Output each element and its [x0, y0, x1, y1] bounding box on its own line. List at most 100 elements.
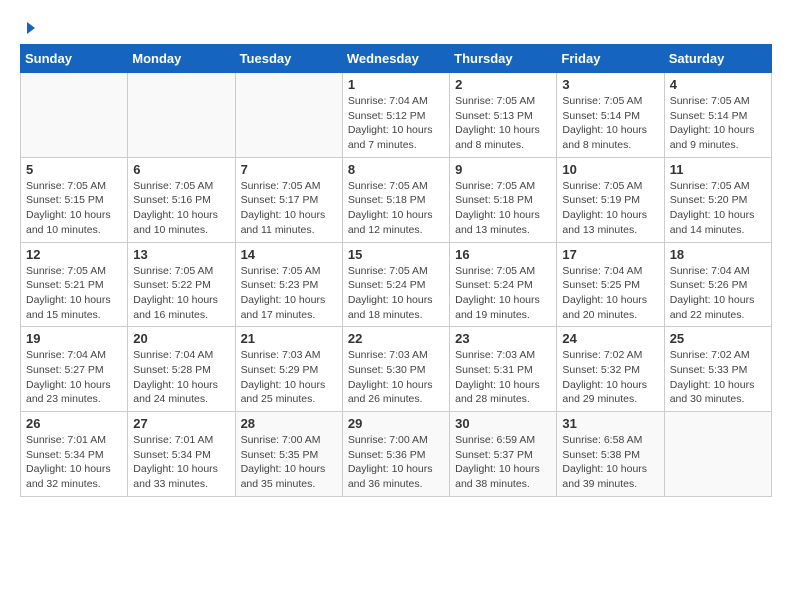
day-number: 11 [670, 162, 766, 177]
calendar-week-5: 26Sunrise: 7:01 AM Sunset: 5:34 PM Dayli… [21, 412, 772, 497]
calendar-cell [235, 73, 342, 158]
calendar-cell: 11Sunrise: 7:05 AM Sunset: 5:20 PM Dayli… [664, 157, 771, 242]
day-info: Sunrise: 7:05 AM Sunset: 5:24 PM Dayligh… [455, 264, 551, 323]
calendar-cell: 20 Sunrise: 7:04 AM Sunset: 5:28 PM Dayli… [128, 327, 235, 412]
day-info: Sunrise: 7:05 AM Sunset: 5:14 PM Dayligh… [562, 94, 658, 153]
calendar-cell: 21 Sunrise: 7:03 AM Sunset: 5:29 PM Dayli… [235, 327, 342, 412]
calendar-cell: 28Sunrise: 7:00 AM Sunset: 5:35 PM Dayli… [235, 412, 342, 497]
day-info: Sunrise: 7:05 AM Sunset: 5:13 PM Dayligh… [455, 94, 551, 153]
calendar-cell: 23 Sunrise: 7:03 AM Sunset: 5:31 PM Dayli… [450, 327, 557, 412]
day-info: Sunrise: 7:00 AM Sunset: 5:36 PM Dayligh… [348, 433, 444, 492]
day-info: Sunrise: 7:05 AM Sunset: 5:16 PM Dayligh… [133, 179, 229, 238]
day-number: 31 [562, 416, 658, 431]
calendar-cell: 15 Sunrise: 7:05 AM Sunset: 5:24 PM Dayli… [342, 242, 449, 327]
calendar-cell: 24Sunrise: 7:02 AM Sunset: 5:32 PM Dayli… [557, 327, 664, 412]
day-number: 8 [348, 162, 444, 177]
calendar-cell: 19 Sunrise: 7:04 AM Sunset: 5:27 PM Dayli… [21, 327, 128, 412]
calendar-week-4: 19 Sunrise: 7:04 AM Sunset: 5:27 PM Dayli… [21, 327, 772, 412]
day-number: 9 [455, 162, 551, 177]
day-header-friday: Friday [557, 45, 664, 73]
day-header-wednesday: Wednesday [342, 45, 449, 73]
day-info: Sunrise: 7:05 AM Sunset: 5:17 PM Dayligh… [241, 179, 337, 238]
day-info: Sunrise: 6:59 AM Sunset: 5:37 PM Dayligh… [455, 433, 551, 492]
calendar-cell: 7 Sunrise: 7:05 AM Sunset: 5:17 PM Daylig… [235, 157, 342, 242]
day-header-tuesday: Tuesday [235, 45, 342, 73]
calendar-cell [128, 73, 235, 158]
day-number: 15 [348, 247, 444, 262]
day-info: Sunrise: 7:05 AM Sunset: 5:22 PM Dayligh… [133, 264, 229, 323]
day-info: Sunrise: 7:03 AM Sunset: 5:29 PM Dayligh… [241, 348, 337, 407]
page-header [20, 20, 772, 34]
day-info: Sunrise: 7:05 AM Sunset: 5:15 PM Dayligh… [26, 179, 122, 238]
day-number: 21 [241, 331, 337, 346]
calendar-cell: 18 Sunrise: 7:04 AM Sunset: 5:26 PM Dayli… [664, 242, 771, 327]
day-number: 20 [133, 331, 229, 346]
calendar-cell: 31 Sunrise: 6:58 AM Sunset: 5:38 PM Dayli… [557, 412, 664, 497]
calendar-cell: 5 Sunrise: 7:05 AM Sunset: 5:15 PM Daylig… [21, 157, 128, 242]
calendar-cell: 22 Sunrise: 7:03 AM Sunset: 5:30 PM Dayli… [342, 327, 449, 412]
day-number: 25 [670, 331, 766, 346]
day-number: 23 [455, 331, 551, 346]
day-number: 6 [133, 162, 229, 177]
day-info: Sunrise: 7:05 AM Sunset: 5:21 PM Dayligh… [26, 264, 122, 323]
day-number: 19 [26, 331, 122, 346]
day-number: 5 [26, 162, 122, 177]
calendar-cell: 29 Sunrise: 7:00 AM Sunset: 5:36 PM Dayli… [342, 412, 449, 497]
calendar-week-1: 1Sunrise: 7:04 AM Sunset: 5:12 PM Daylig… [21, 73, 772, 158]
day-number: 30 [455, 416, 551, 431]
day-info: Sunrise: 7:05 AM Sunset: 5:18 PM Dayligh… [348, 179, 444, 238]
day-number: 24 [562, 331, 658, 346]
day-number: 18 [670, 247, 766, 262]
day-header-saturday: Saturday [664, 45, 771, 73]
day-header-sunday: Sunday [21, 45, 128, 73]
calendar-cell: 13Sunrise: 7:05 AM Sunset: 5:22 PM Dayli… [128, 242, 235, 327]
day-info: Sunrise: 7:04 AM Sunset: 5:26 PM Dayligh… [670, 264, 766, 323]
calendar-cell: 10 Sunrise: 7:05 AM Sunset: 5:19 PM Dayli… [557, 157, 664, 242]
calendar-cell: 9 Sunrise: 7:05 AM Sunset: 5:18 PM Daylig… [450, 157, 557, 242]
day-info: Sunrise: 7:03 AM Sunset: 5:31 PM Dayligh… [455, 348, 551, 407]
calendar-week-3: 12 Sunrise: 7:05 AM Sunset: 5:21 PM Dayli… [21, 242, 772, 327]
calendar-cell: 16Sunrise: 7:05 AM Sunset: 5:24 PM Dayli… [450, 242, 557, 327]
day-info: Sunrise: 7:03 AM Sunset: 5:30 PM Dayligh… [348, 348, 444, 407]
day-info: Sunrise: 7:05 AM Sunset: 5:19 PM Dayligh… [562, 179, 658, 238]
calendar-table: SundayMondayTuesdayWednesdayThursdayFrid… [20, 44, 772, 497]
calendar-week-2: 5 Sunrise: 7:05 AM Sunset: 5:15 PM Daylig… [21, 157, 772, 242]
calendar-cell: 4 Sunrise: 7:05 AM Sunset: 5:14 PM Daylig… [664, 73, 771, 158]
calendar-cell [664, 412, 771, 497]
day-number: 17 [562, 247, 658, 262]
day-number: 12 [26, 247, 122, 262]
calendar-cell: 2 Sunrise: 7:05 AM Sunset: 5:13 PM Daylig… [450, 73, 557, 158]
calendar-cell: 14Sunrise: 7:05 AM Sunset: 5:23 PM Dayli… [235, 242, 342, 327]
day-number: 14 [241, 247, 337, 262]
day-number: 4 [670, 77, 766, 92]
day-number: 10 [562, 162, 658, 177]
day-number: 29 [348, 416, 444, 431]
day-info: Sunrise: 7:01 AM Sunset: 5:34 PM Dayligh… [133, 433, 229, 492]
day-number: 7 [241, 162, 337, 177]
day-info: Sunrise: 7:05 AM Sunset: 5:24 PM Dayligh… [348, 264, 444, 323]
calendar-cell: 6 Sunrise: 7:05 AM Sunset: 5:16 PM Daylig… [128, 157, 235, 242]
logo [20, 20, 35, 34]
day-header-thursday: Thursday [450, 45, 557, 73]
day-number: 2 [455, 77, 551, 92]
calendar-header-row: SundayMondayTuesdayWednesdayThursdayFrid… [21, 45, 772, 73]
day-number: 22 [348, 331, 444, 346]
day-info: Sunrise: 6:58 AM Sunset: 5:38 PM Dayligh… [562, 433, 658, 492]
calendar-cell: 1Sunrise: 7:04 AM Sunset: 5:12 PM Daylig… [342, 73, 449, 158]
day-info: Sunrise: 7:05 AM Sunset: 5:18 PM Dayligh… [455, 179, 551, 238]
calendar-cell: 17Sunrise: 7:04 AM Sunset: 5:25 PM Dayli… [557, 242, 664, 327]
calendar-cell: 26Sunrise: 7:01 AM Sunset: 5:34 PM Dayli… [21, 412, 128, 497]
day-number: 27 [133, 416, 229, 431]
day-info: Sunrise: 7:00 AM Sunset: 5:35 PM Dayligh… [241, 433, 337, 492]
calendar-cell: 12 Sunrise: 7:05 AM Sunset: 5:21 PM Dayli… [21, 242, 128, 327]
day-info: Sunrise: 7:04 AM Sunset: 5:27 PM Dayligh… [26, 348, 122, 407]
day-info: Sunrise: 7:02 AM Sunset: 5:33 PM Dayligh… [670, 348, 766, 407]
day-info: Sunrise: 7:01 AM Sunset: 5:34 PM Dayligh… [26, 433, 122, 492]
day-header-monday: Monday [128, 45, 235, 73]
day-number: 1 [348, 77, 444, 92]
calendar-cell: 3 Sunrise: 7:05 AM Sunset: 5:14 PM Daylig… [557, 73, 664, 158]
day-info: Sunrise: 7:05 AM Sunset: 5:14 PM Dayligh… [670, 94, 766, 153]
day-number: 3 [562, 77, 658, 92]
calendar-cell: 25 Sunrise: 7:02 AM Sunset: 5:33 PM Dayli… [664, 327, 771, 412]
day-info: Sunrise: 7:04 AM Sunset: 5:28 PM Dayligh… [133, 348, 229, 407]
